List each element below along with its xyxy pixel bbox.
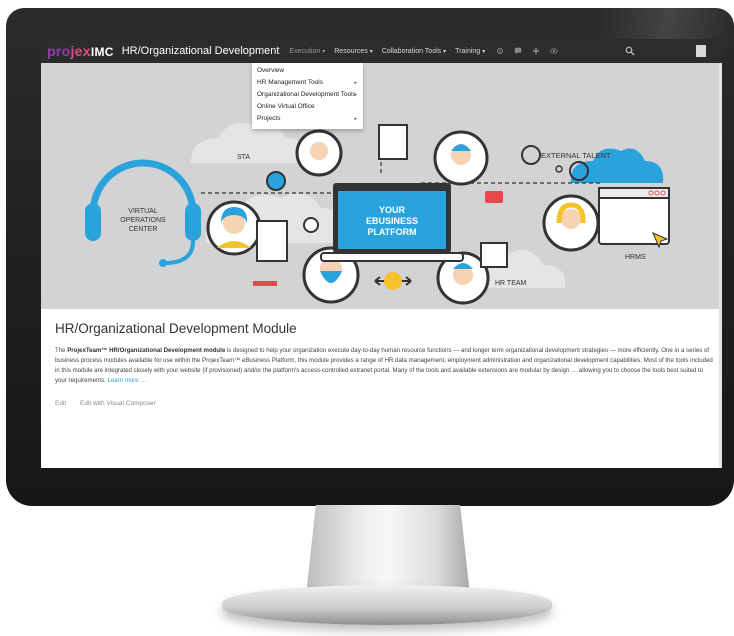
menu-item-overview[interactable]: Overview [252, 65, 363, 77]
user-icon[interactable] [696, 45, 706, 57]
platform-label-3: PLATFORM [367, 227, 416, 237]
toolbar-icons [496, 47, 558, 55]
edit-link[interactable]: Edit [55, 400, 66, 407]
document-icon [378, 124, 408, 160]
chevron-right-icon: ▸ [354, 80, 357, 86]
chevron-down-icon: ▾ [369, 48, 373, 55]
avatar-external-talent-woman [542, 194, 600, 252]
talent-icon-1 [521, 145, 541, 165]
plus-icon[interactable] [532, 47, 540, 55]
calendar-icon [480, 242, 508, 268]
edit-visual-composer-link[interactable]: Edit with Visual Composer [80, 400, 156, 407]
hero-banner: VIRTUAL OPERATIONS CENTER YOUR EBUSINESS… [41, 63, 719, 309]
scrollbar[interactable] [719, 63, 722, 468]
eye-icon[interactable] [550, 47, 558, 55]
menu-item-label: Organizational Development Tools [257, 91, 356, 98]
hrms-label: HRMS [625, 254, 646, 261]
menu-training-label: Training [455, 47, 481, 55]
headset-ear-right [185, 203, 201, 241]
external-talent-label: EXTERNAL TALENT [541, 151, 611, 160]
window-dot [648, 190, 654, 196]
chevron-right-icon: ▸ [354, 92, 357, 98]
edit-links: Edit Edit with Visual Composer [55, 400, 715, 407]
checklist-icon [256, 220, 288, 262]
menu-collaboration-tools-label: Collaboration Tools [381, 47, 442, 55]
chevron-down-icon: ▾ [443, 48, 447, 55]
menu-item-online-virtual-office[interactable]: Online Virtual Office [252, 101, 363, 113]
window-dot [654, 190, 660, 196]
module-description: The ProjexTeam™ HR/Organizational Develo… [55, 346, 715, 386]
virtual-ops-label-1: VIRTUAL [128, 208, 158, 215]
chat-bubble-icon [384, 272, 402, 290]
chevron-down-icon: ▾ [322, 48, 326, 55]
top-navbar: projexIMC HR/Organizational Development … [41, 39, 722, 63]
video-play-icon [485, 191, 503, 203]
avatar-staff-top [295, 129, 343, 177]
laptop-base [320, 252, 464, 262]
monitor-stand-base [222, 585, 552, 625]
search-icon[interactable] [625, 46, 635, 56]
module-name: ProjexTeam™ HR/Organizational Developmen… [67, 347, 226, 354]
avatar-staff-woman [206, 200, 262, 256]
hr-team-label: HR TEAM [495, 280, 527, 287]
menu-item-label: HR Management Tools [257, 79, 323, 86]
screen: projexIMC HR/Organizational Development … [41, 39, 722, 468]
monitor-mockup: projexIMC HR/Organizational Development … [0, 0, 734, 636]
logo-part-pro: pro [47, 43, 71, 59]
menu-collaboration-tools[interactable]: Collaboration Tools ▾ [382, 48, 446, 55]
execution-dropdown-menu: Overview HR Management Tools ▸ Organizati… [252, 63, 363, 129]
menu-item-organizational-development-tools[interactable]: Organizational Development Tools ▸ [252, 89, 363, 101]
monitor-stand-neck [306, 505, 470, 595]
window-dot [660, 190, 666, 196]
virtual-ops-label-2: OPERATIONS [120, 217, 166, 224]
avatar-top-right-man [433, 130, 489, 186]
settings-icon[interactable] [496, 47, 504, 55]
menu-resources-label: Resources [334, 47, 368, 55]
logo-part-imc: IMC [90, 45, 114, 59]
description-text: The [55, 347, 68, 354]
virtual-ops-label-3: CENTER [129, 226, 158, 233]
headset-icon [89, 159, 197, 214]
menu-resources[interactable]: Resources ▾ [334, 48, 372, 55]
menu-execution[interactable]: Execution ▾ [289, 48, 325, 55]
site-title[interactable]: HR/Organizational Development [122, 45, 280, 57]
menu-training[interactable]: Training ▾ [455, 48, 485, 55]
page-title: HR/Organizational Development Module [55, 321, 297, 336]
hero-illustration: VIRTUAL OPERATIONS CENTER YOUR EBUSINESS… [85, 122, 670, 305]
menu-execution-label: Execution [289, 47, 321, 55]
menu-item-label: Overview [257, 67, 285, 74]
platform-label-1: YOUR [379, 205, 406, 215]
menu-item-projects[interactable]: Projects ▸ [252, 113, 363, 125]
menu-item-label: Projects [257, 115, 281, 122]
pencil-icon [253, 281, 277, 286]
main-content: HR/Organizational Development Module The… [55, 321, 715, 407]
logo-part-jex: jex [70, 43, 91, 59]
headset-mic [164, 240, 195, 265]
staff-label: STA [237, 154, 250, 161]
chevron-down-icon: ▾ [482, 48, 486, 55]
talent-icon-3 [555, 165, 563, 173]
logo[interactable]: projexIMC [47, 43, 114, 59]
magnifier-icon [303, 217, 319, 233]
learn-more-link[interactable]: Learn more … [108, 377, 147, 384]
menu-item-label: Online Virtual Office [257, 103, 315, 110]
menu-item-hr-management-tools[interactable]: HR Management Tools ▸ [252, 77, 363, 89]
headset-ear-left [85, 203, 101, 241]
main-menu: Execution ▾ Resources ▾ Collaboration Tool… [289, 47, 558, 55]
chat-icon[interactable] [514, 47, 522, 55]
clock-icon [266, 171, 286, 191]
platform-label-2: EBUSINESS [366, 216, 418, 226]
chevron-right-icon: ▸ [354, 116, 357, 122]
headset-mic-tip [159, 259, 167, 267]
